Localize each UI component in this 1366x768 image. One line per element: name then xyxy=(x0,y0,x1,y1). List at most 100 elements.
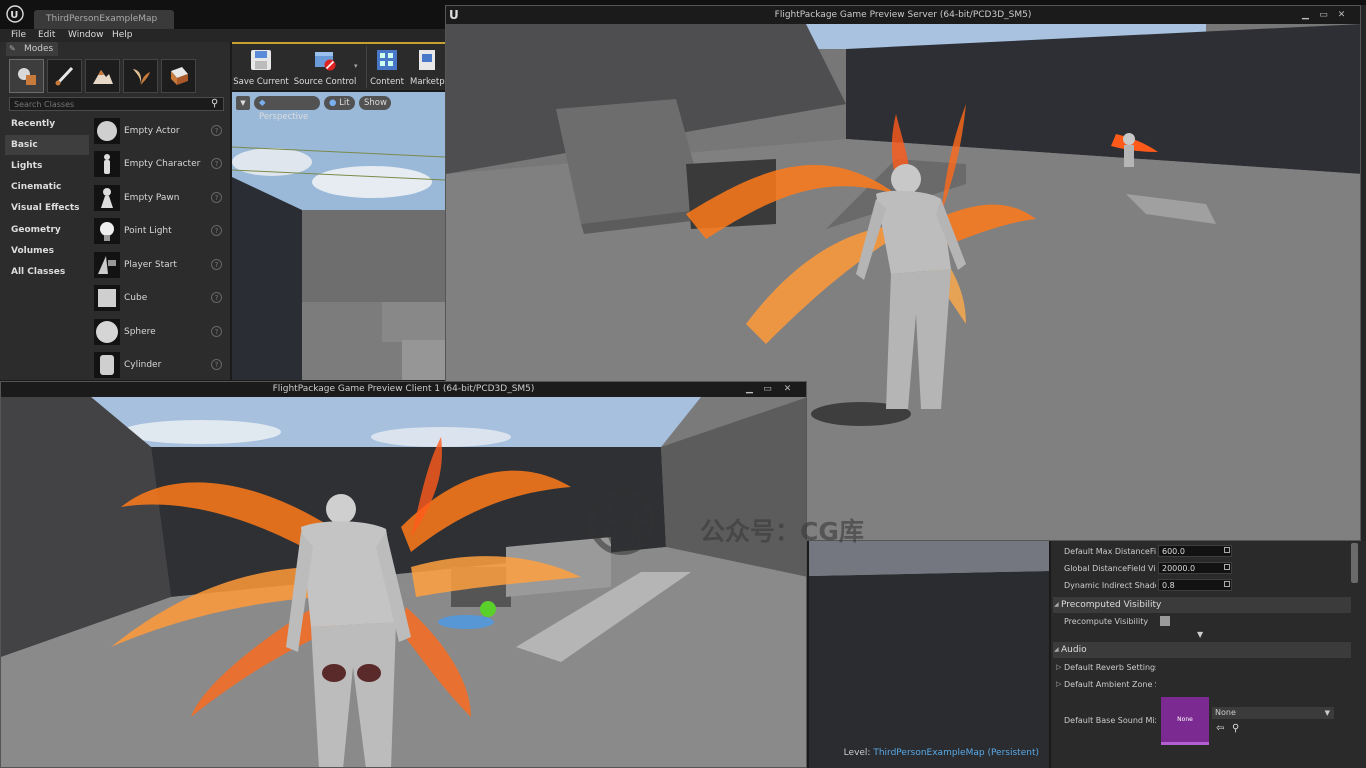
minimize-icon[interactable]: ▁ xyxy=(1299,9,1312,21)
property-row-reverb[interactable]: ▷ Default Reverb Settings xyxy=(1051,659,1351,676)
property-row-global-distancefield: Global DistanceField View 20000.0 xyxy=(1051,560,1351,577)
character-thumb-icon xyxy=(94,151,120,177)
content-button[interactable]: Content xyxy=(366,46,407,88)
close-icon[interactable]: ✕ xyxy=(781,383,794,395)
category-cinematic[interactable]: Cinematic xyxy=(5,177,89,197)
class-item-label: Empty Actor xyxy=(124,126,180,136)
maximize-icon[interactable]: ▭ xyxy=(1317,9,1330,21)
unreal-logo-icon: U xyxy=(449,8,459,22)
watermark-logo-text: CG库 xyxy=(584,516,648,546)
class-item-sphere[interactable]: Sphere ? xyxy=(92,316,226,348)
menu-edit[interactable]: Edit xyxy=(38,29,55,42)
class-item-point-light[interactable]: Point Light ? xyxy=(92,215,226,247)
property-row-ambient-zone[interactable]: ▷ Default Ambient Zone Set xyxy=(1051,676,1351,693)
sound-mix-combo[interactable]: None ▼ xyxy=(1212,707,1334,719)
class-item-label: Player Start xyxy=(124,260,177,270)
category-visual-effects[interactable]: Visual Effects xyxy=(5,198,89,218)
search-classes-input[interactable] xyxy=(9,97,224,111)
lit-button[interactable]: ● Lit xyxy=(324,96,355,110)
modes-panel: Modes ✎ ⚲ Recently Placed Basic Lights C… xyxy=(0,42,230,380)
menu-help[interactable]: Help xyxy=(112,29,133,42)
level-tab[interactable]: ThirdPersonExampleMap xyxy=(34,10,174,29)
modes-tab-label: Modes xyxy=(24,44,54,54)
class-item-empty-actor[interactable]: Empty Actor ? xyxy=(92,115,226,147)
reset-arrow-icon[interactable] xyxy=(1224,581,1230,587)
source-control-button[interactable]: Source Control xyxy=(292,46,358,88)
property-label: Precompute Visibility xyxy=(1064,617,1149,626)
class-item-label: Empty Character xyxy=(124,159,201,169)
show-button[interactable]: Show xyxy=(359,96,391,110)
viewport-options-dropdown[interactable]: ▼ xyxy=(236,96,250,110)
reset-arrow-icon[interactable] xyxy=(1224,547,1230,553)
class-item-empty-pawn[interactable]: Empty Pawn ? xyxy=(92,182,226,214)
help-icon[interactable]: ? xyxy=(211,259,222,270)
category-all-classes[interactable]: All Classes xyxy=(5,262,89,282)
category-recently-placed[interactable]: Recently Placed xyxy=(5,114,89,149)
reset-arrow-icon[interactable] xyxy=(1224,564,1230,570)
category-volumes[interactable]: Volumes xyxy=(5,241,89,261)
maximize-icon[interactable]: ▭ xyxy=(761,383,774,395)
lit-icon: ● xyxy=(329,98,337,108)
details-scrollbar[interactable] xyxy=(1351,543,1358,583)
precomputed-visibility-section[interactable]: Precomputed Visibility xyxy=(1053,597,1351,613)
category-basic[interactable]: Basic xyxy=(5,135,89,155)
source-control-dropdown-icon[interactable]: ▾ xyxy=(354,62,358,70)
audio-section[interactable]: Audio xyxy=(1053,642,1351,658)
sound-mix-thumbnail[interactable]: None xyxy=(1161,697,1209,745)
expand-advanced-icon[interactable]: ▼ xyxy=(1197,630,1203,639)
dynamic-indirect-shadow-input[interactable]: 0.8 xyxy=(1158,579,1232,591)
perspective-button[interactable]: ◆ Perspective xyxy=(254,96,320,122)
use-selected-arrow-icon[interactable]: ⇦ xyxy=(1216,723,1224,734)
help-icon[interactable]: ? xyxy=(211,192,222,203)
help-icon[interactable]: ? xyxy=(211,225,222,236)
foliage-mode-button[interactable] xyxy=(123,59,158,93)
menu-file[interactable]: File xyxy=(11,29,26,42)
precompute-visibility-checkbox[interactable] xyxy=(1160,616,1170,626)
geometry-mode-button[interactable] xyxy=(161,59,196,93)
level-viewport-bottom[interactable]: Level: ThirdPersonExampleMap (Persistent… xyxy=(809,541,1049,768)
property-row-precompute-visibility: Precompute Visibility xyxy=(1051,613,1351,630)
property-label: Default Max DistanceField xyxy=(1064,547,1156,556)
save-icon xyxy=(251,50,271,70)
category-geometry[interactable]: Geometry xyxy=(5,220,89,240)
save-current-button[interactable]: Save Current xyxy=(232,46,290,88)
place-mode-icon xyxy=(18,68,36,85)
viewport-bottom-scene xyxy=(809,541,1049,768)
max-distancefield-input[interactable]: 600.0 xyxy=(1158,545,1232,557)
property-label: Global DistanceField View xyxy=(1064,564,1156,573)
world-settings-details-panel: Default Max DistanceField 600.0 Global D… xyxy=(1051,541,1366,768)
help-icon[interactable]: ? xyxy=(211,326,222,337)
expand-arrow-icon[interactable]: ▷ xyxy=(1056,680,1061,688)
content-browser-icon xyxy=(377,50,397,70)
expand-arrow-icon[interactable]: ▷ xyxy=(1056,663,1061,671)
category-lights[interactable]: Lights xyxy=(5,156,89,176)
unreal-logo-icon[interactable]: U xyxy=(6,5,24,23)
landscape-mode-button[interactable] xyxy=(85,59,120,93)
marketplace-button[interactable]: Marketp xyxy=(408,46,445,88)
place-mode-button[interactable] xyxy=(9,59,44,93)
thumbnail-label: None xyxy=(1177,716,1193,723)
main-toolbar: Save Current Source Control ▾ Content Ma… xyxy=(232,42,445,90)
menu-window[interactable]: Window xyxy=(68,29,104,42)
help-icon[interactable]: ? xyxy=(211,359,222,370)
class-item-empty-character[interactable]: Empty Character ? xyxy=(92,148,226,180)
viewport-scene xyxy=(232,92,445,380)
class-item-player-start[interactable]: Player Start ? xyxy=(92,249,226,281)
browse-search-icon[interactable]: ⚲ xyxy=(1232,723,1239,734)
help-icon[interactable]: ? xyxy=(211,158,222,169)
help-icon[interactable]: ? xyxy=(211,125,222,136)
class-item-label: Point Light xyxy=(124,226,172,236)
class-item-cylinder[interactable]: Cylinder ? xyxy=(92,349,226,381)
class-item-cube[interactable]: Cube ? xyxy=(92,282,226,314)
paint-mode-button[interactable] xyxy=(47,59,82,93)
game-preview-client-window[interactable]: FlightPackage Game Preview Client 1 (64-… xyxy=(0,381,807,768)
search-icon[interactable]: ⚲ xyxy=(211,98,223,110)
minimize-icon[interactable]: ▁ xyxy=(743,383,756,395)
level-viewport[interactable]: ▼ ◆ Perspective ● Lit Show xyxy=(232,92,445,380)
property-label: Default Ambient Zone Set xyxy=(1064,680,1156,689)
property-row-max-distancefield: Default Max DistanceField 600.0 xyxy=(1051,543,1351,560)
class-item-label: Sphere xyxy=(124,327,156,337)
global-distancefield-input[interactable]: 20000.0 xyxy=(1158,562,1232,574)
close-icon[interactable]: ✕ xyxy=(1335,9,1348,21)
help-icon[interactable]: ? xyxy=(211,292,222,303)
